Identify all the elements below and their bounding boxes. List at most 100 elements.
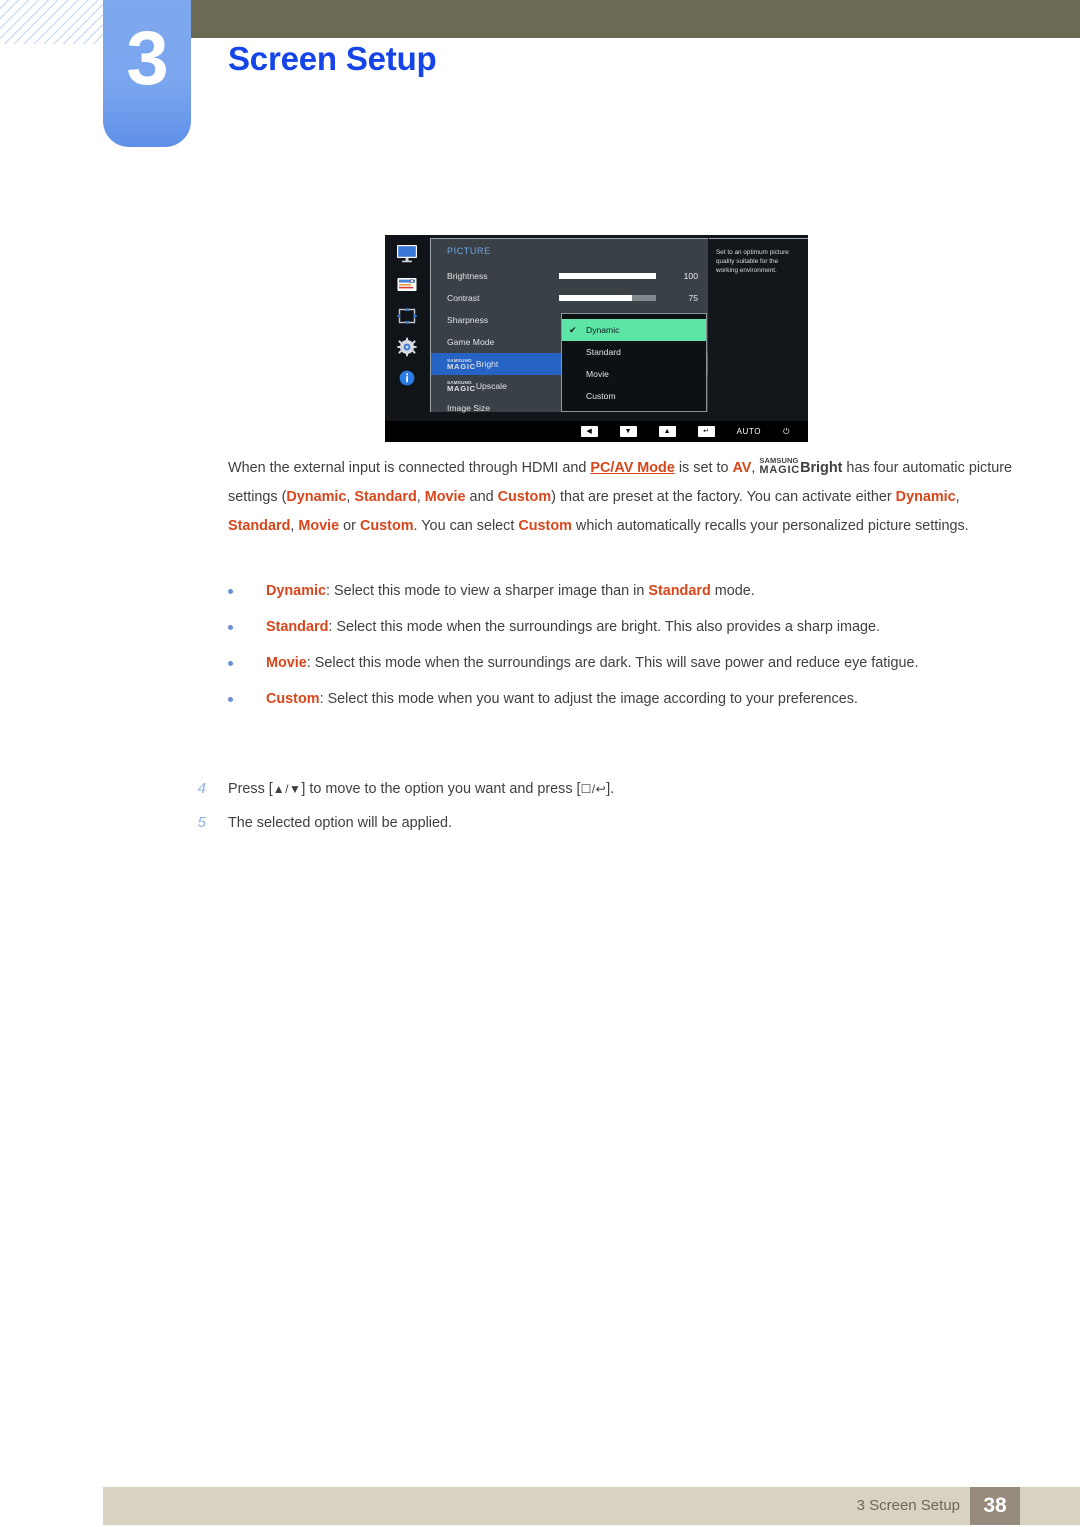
step-number: 5 — [197, 814, 206, 831]
bullet-term: Custom — [266, 691, 320, 707]
numbered-steps: 4 Press [▲/▼] to move to the option you w… — [190, 772, 990, 840]
dropdown-item-standard[interactable]: Standard — [562, 341, 706, 363]
picture-adjust-icon[interactable] — [395, 275, 419, 295]
bullet-term: Dynamic — [266, 583, 326, 599]
osd-row-brightness[interactable]: Brightness 100 — [431, 265, 708, 287]
dropdown-item-custom[interactable]: Custom — [562, 385, 706, 407]
bullet-term: Movie — [266, 655, 307, 671]
header-olive-bar — [190, 0, 1080, 38]
brand-magic: MAGIC — [447, 361, 476, 371]
mode-custom: Custom — [497, 489, 552, 505]
updown-keys-icon: ▲/▼ — [272, 782, 302, 796]
osd-row-label: Game Mode — [447, 337, 495, 347]
para-text: which automatically recalls your persona… — [571, 518, 969, 534]
page-number-box: 38 — [970, 1487, 1020, 1525]
step-text: Press [ — [228, 781, 273, 797]
up-arrow-icon[interactable]: ▲ — [658, 426, 676, 437]
bullet-text: : Select this mode when you want to adju… — [319, 691, 858, 707]
mode-dynamic: Dynamic — [895, 489, 956, 505]
dropdown-item-label: Custom — [586, 391, 616, 401]
down-arrow-icon[interactable]: ▼ — [619, 426, 637, 437]
magicbright-dropdown: ✔ Dynamic Standard Movie Custom — [561, 313, 707, 412]
position-arrows-icon[interactable] — [395, 306, 419, 326]
header-hatch-decoration — [0, 0, 104, 44]
check-icon: ✔ — [569, 325, 577, 335]
para-text: When the external input is connected thr… — [228, 460, 591, 476]
osd-row-label: Upscale — [475, 381, 507, 391]
auto-button-label[interactable]: AUTO — [737, 427, 761, 436]
osd-row-label: Bright — [475, 359, 499, 369]
bullet-text: : Select this mode to view a sharper ima… — [326, 583, 649, 599]
samsung-magic-logo: SAMSUNG MAGIC — [447, 380, 476, 393]
para-text: . You can select — [413, 518, 519, 534]
para-text: ) that are preset at the factory. You ca… — [551, 489, 896, 505]
para-text: is set to — [674, 460, 733, 476]
mode-standard: Standard — [354, 489, 417, 505]
mode-dynamic: Dynamic — [286, 489, 347, 505]
page-title: Screen Setup — [228, 40, 437, 77]
osd-row-label: Sharpness — [447, 315, 489, 325]
contrast-value: 75 — [688, 293, 698, 303]
list-item: Custom: Select this mode when you want t… — [228, 686, 1020, 713]
step-text: ] to move to the option you want and pre… — [301, 781, 581, 797]
osd-menu-figure: PICTURE Brightness 100 Contrast 75 Sharp… — [385, 235, 808, 442]
pc-av-mode-link[interactable]: PC/AV Mode — [590, 460, 674, 476]
dropdown-item-movie[interactable]: Movie — [562, 363, 706, 385]
dropdown-item-label: Standard — [586, 347, 621, 357]
step-text: The selected option will be applied. — [228, 815, 452, 831]
bright-word: Bright — [800, 460, 843, 476]
para-text: and — [465, 489, 498, 505]
list-item: Standard: Select this mode when the surr… — [228, 614, 1020, 641]
brightness-slider[interactable] — [559, 273, 656, 279]
osd-button-bar: ◀ ▼ ▲ ↵ AUTO ⏻ — [385, 421, 808, 442]
samsung-magic-logo: SAMSUNG MAGIC — [447, 358, 476, 371]
mode-movie: Movie — [298, 518, 340, 534]
osd-body: PICTURE Brightness 100 Contrast 75 Sharp… — [385, 235, 808, 415]
osd-tooltip-panel: Set to an optimum picture quality suitab… — [709, 238, 808, 412]
left-arrow-icon[interactable]: ◀ — [580, 426, 598, 437]
osd-row-label: Contrast — [447, 293, 480, 303]
para-text: , — [955, 489, 960, 505]
osd-row-label: Brightness — [447, 271, 488, 281]
bullet-text-tail: mode. — [710, 583, 755, 599]
osd-row-label: Image Size — [447, 403, 490, 413]
intro-paragraph: When the external input is connected thr… — [228, 454, 1018, 541]
dropdown-item-dynamic[interactable]: ✔ Dynamic — [562, 319, 706, 341]
mode-standard: Standard — [228, 518, 291, 534]
footer-chapter-label: 3 Screen Setup — [856, 1497, 960, 1514]
mode-custom: Custom — [359, 518, 414, 534]
power-icon[interactable]: ⏻ — [783, 427, 790, 437]
bullet-term: Standard — [266, 619, 329, 635]
para-text: or — [339, 518, 360, 534]
gear-icon[interactable] — [395, 337, 419, 357]
bullet-emphasis: Standard — [648, 583, 711, 599]
step-text: ]. — [606, 781, 615, 797]
info-icon[interactable] — [395, 368, 419, 388]
osd-icon-rail — [385, 235, 429, 415]
brightness-value: 100 — [683, 271, 698, 281]
monitor-icon[interactable] — [395, 244, 419, 264]
mode-movie: Movie — [424, 489, 466, 505]
brand-magic: MAGIC — [447, 383, 476, 393]
chapter-number-badge: 3 — [103, 0, 191, 147]
osd-panel-heading: PICTURE — [447, 246, 491, 256]
para-text: , — [416, 489, 425, 505]
mode-description-list: Dynamic: Select this mode to view a shar… — [228, 578, 1020, 722]
contrast-slider[interactable] — [559, 295, 656, 301]
samsung-magic-logo: SAMSUNG MAGIC — [759, 457, 800, 476]
bullet-text: : Select this mode when the surroundings… — [328, 619, 881, 635]
list-item: Dynamic: Select this mode to view a shar… — [228, 578, 1020, 605]
enter-icon[interactable]: ↵ — [697, 426, 715, 437]
chapter-number: 3 — [126, 16, 168, 101]
enter-keys-icon: ☐/↩ — [580, 782, 607, 796]
step-5: 5 The selected option will be applied. — [190, 806, 990, 840]
page-number: 38 — [983, 1494, 1007, 1517]
list-item: Movie: Select this mode when the surroun… — [228, 650, 1020, 677]
av-emphasis: AV — [732, 460, 752, 476]
mode-custom: Custom — [518, 518, 572, 534]
step-4: 4 Press [▲/▼] to move to the option you w… — [190, 772, 990, 806]
para-text: , — [751, 460, 760, 476]
step-number: 4 — [197, 780, 206, 797]
osd-row-contrast[interactable]: Contrast 75 — [431, 287, 708, 309]
dropdown-item-label: Dynamic — [586, 325, 620, 335]
